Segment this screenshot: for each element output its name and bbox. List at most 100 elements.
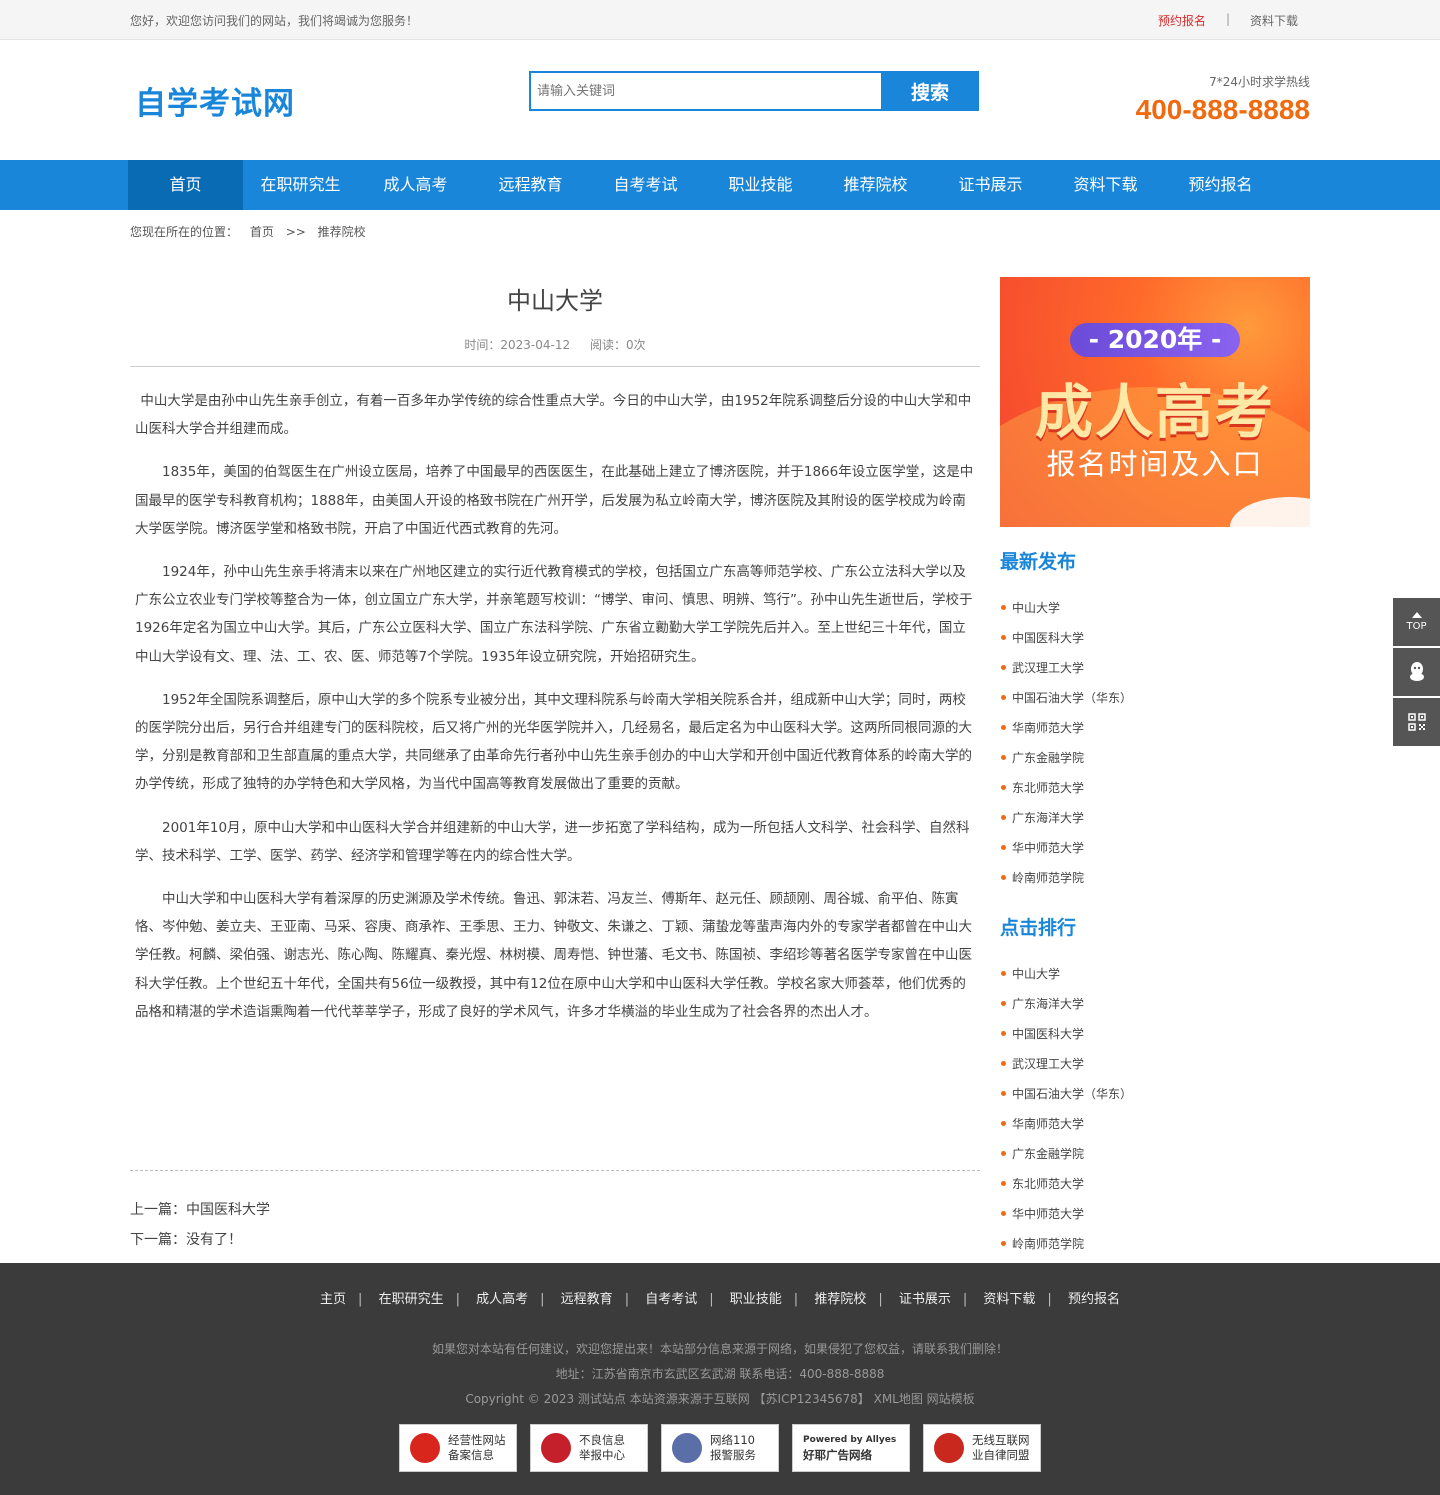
ranking-item[interactable]: 中国石油大学（华东） — [1000, 1079, 1310, 1109]
top-links: 预约报名 | 资料下载 — [1158, 12, 1298, 29]
latest-item[interactable]: 武汉理工大学 — [1000, 653, 1310, 683]
article-paragraph: 1924年，孙中山先生亲手将清末以来在广州地区建立的实行近代教育模式的学校，包括… — [135, 564, 973, 665]
article-paragraph: 中山大学是由孙中山先生亲手创立，有着一百多年办学传统的综合性重点大学。今日的中山… — [135, 393, 972, 438]
article-title: 中山大学 — [507, 287, 603, 315]
footer-link[interactable]: 职业技能 — [730, 1292, 782, 1307]
breadcrumb: 您现在所在的位置： 首页 >> 推荐院校 — [130, 210, 1310, 255]
article-time: 时间：2023-04-12 — [464, 338, 571, 352]
footer-link[interactable]: 成人高考 — [476, 1292, 528, 1307]
latest-item[interactable]: 华南师范大学 — [1000, 713, 1310, 743]
back-to-top-button[interactable]: TOP — [1393, 598, 1440, 646]
banner-subline: 报名时间及入口 — [1046, 447, 1264, 481]
nav-item-adult-exam[interactable]: 成人高考 — [358, 160, 473, 210]
nav-item-signup[interactable]: 预约报名 — [1163, 160, 1278, 210]
badge-line: Powered by Allyes — [803, 1435, 897, 1445]
footer-link[interactable]: 预约报名 — [1068, 1292, 1120, 1307]
footer-nav: 主页 | 在职研究生 | 成人高考 | 远程教育 | 自考考试 | 职业技能 | 推荐院校 |… — [320, 1292, 1120, 1307]
nav-item-graduate[interactable]: 在职研究生 — [243, 160, 358, 210]
ranking-item[interactable]: 武汉理工大学 — [1000, 1049, 1310, 1079]
ranking-item[interactable]: 中国医科大学 — [1000, 1019, 1310, 1049]
article-paragraph: 1952年全国院系调整后，原中山大学的多个院系专业被分出，其中文理科院系与岭南大… — [135, 691, 972, 793]
badge-wireless[interactable]: 无线互联网 业自律同盟 — [923, 1424, 1041, 1472]
search-input[interactable] — [529, 71, 881, 111]
badge-allyes[interactable]: Powered by Allyes 好耶广告网络 — [792, 1424, 910, 1472]
nav-item-home[interactable]: 首页 — [128, 160, 243, 210]
footer-address: 地址：江苏省南京市玄武区玄武湖 联系电话：400-888-8888 — [555, 1367, 885, 1381]
next-article-link[interactable]: 下一篇：没有了！ — [130, 1232, 242, 1248]
latest-item[interactable]: 广东海洋大学 — [1000, 803, 1310, 833]
adult-exam-banner[interactable]: - 2020年 - 成人高考 报名时间及入口 — [1000, 277, 1310, 527]
search-button[interactable]: 搜索 — [881, 71, 979, 111]
badge-line: 无线互联网 — [972, 1433, 1030, 1447]
footer-link[interactable]: 自考考试 — [645, 1292, 697, 1307]
qq-button[interactable] — [1393, 648, 1440, 696]
banner-headline: 成人高考 — [1034, 378, 1275, 446]
breadcrumb-current[interactable]: 推荐院校 — [318, 225, 366, 239]
article-body: 中山大学是由孙中山先生亲手创立，有着一百多年办学传统的综合性重点大学。今日的中山… — [130, 367, 980, 1026]
back-to-top-label: TOP — [1406, 621, 1427, 632]
footer-link[interactable]: 证书展示 — [899, 1292, 951, 1307]
ranking-item[interactable]: 华南师范大学 — [1000, 1109, 1310, 1139]
latest-item[interactable]: 中山大学 — [1000, 593, 1310, 623]
latest-item[interactable]: 中国石油大学（华东） — [1000, 683, 1310, 713]
header: 自学考试网 搜索 7*24小时求学热线 400-888-8888 — [0, 40, 1440, 160]
footer-badges: 经营性网站 备案信息 不良信息 举报中心 网络110 报警服务 Powered by … — [399, 1424, 1054, 1472]
top-bar: 您好，欢迎您访问我们的网站，我们将竭诚为您服务！ 预约报名 | 资料下载 — [0, 0, 1440, 40]
latest-title: 最新发布 — [1000, 551, 1077, 573]
badge-line: 不良信息 — [579, 1433, 625, 1447]
ranking-item[interactable]: 广东海洋大学 — [1000, 989, 1310, 1019]
article-views: 阅读：0次 — [589, 338, 646, 352]
latest-item[interactable]: 东北师范大学 — [1000, 773, 1310, 803]
latest-list: 中山大学 中国医科大学 武汉理工大学 中国石油大学（华东） 华南师范大学 广东金… — [1000, 593, 1310, 893]
article-paragraph: 2001年10月，原中山大学和中山医科大学合并组建新的中山大学，进一步拓宽了学科… — [135, 819, 970, 864]
main-content: 中山大学 时间：2023-04-12 阅读：0次 中山大学是由孙中山先生亲手创立… — [130, 255, 1310, 1262]
article-divider — [130, 1170, 980, 1171]
site-logo[interactable]: 自学考试网 — [135, 78, 295, 123]
ranking-list: 中山大学 广东海洋大学 中国医科大学 武汉理工大学 中国石油大学（华东） 华南师… — [1000, 959, 1310, 1259]
breadcrumb-home[interactable]: 首页 — [250, 225, 274, 239]
badge-police-icon — [672, 1433, 702, 1463]
nav-item-schools[interactable]: 推荐院校 — [818, 160, 933, 210]
badge-line: 经营性网站 — [448, 1433, 506, 1447]
badge-report-icon — [541, 1433, 571, 1463]
nav-item-distance-edu[interactable]: 远程教育 — [473, 160, 588, 210]
badge-line: 业自律同盟 — [972, 1448, 1030, 1462]
top-link-download[interactable]: 资料下载 — [1250, 12, 1298, 29]
footer-link[interactable]: 远程教育 — [561, 1292, 613, 1307]
article-paragraph: 中山大学和中山医科大学有着深厚的历史渊源及学术传统。鲁迅、郭沫若、冯友兰、傅斯年… — [135, 891, 972, 1020]
badge-line: 举报中心 — [579, 1448, 625, 1462]
badge-line: 网络110 — [710, 1433, 755, 1447]
hotline: 7*24小时求学热线 400-888-8888 — [1136, 73, 1310, 126]
qrcode-button[interactable] — [1393, 698, 1440, 746]
badge-line: 好耶广告网络 — [803, 1448, 872, 1462]
nav-item-self-exam[interactable]: 自考考试 — [588, 160, 703, 210]
prev-article-link[interactable]: 上一篇：中国医科大学 — [130, 1202, 270, 1218]
search-bar: 搜索 — [529, 71, 979, 111]
badge-line: 备案信息 — [448, 1448, 494, 1462]
nav-item-certificates[interactable]: 证书展示 — [933, 160, 1048, 210]
ranking-item[interactable]: 中山大学 — [1000, 959, 1310, 989]
latest-item[interactable]: 广东金融学院 — [1000, 743, 1310, 773]
nav-item-downloads[interactable]: 资料下载 — [1048, 160, 1163, 210]
latest-item[interactable]: 中国医科大学 — [1000, 623, 1310, 653]
main-nav: 首页 在职研究生 成人高考 远程教育 自考考试 职业技能 推荐院校 证书展示 资… — [0, 160, 1440, 210]
nav-item-vocational[interactable]: 职业技能 — [703, 160, 818, 210]
ranking-item[interactable]: 岭南师范学院 — [1000, 1229, 1310, 1259]
top-link-signup[interactable]: 预约报名 — [1158, 12, 1206, 29]
article: 中山大学 时间：2023-04-12 阅读：0次 中山大学是由孙中山先生亲手创立… — [130, 267, 980, 1041]
footer-link[interactable]: 主页 — [320, 1292, 346, 1307]
ranking-item[interactable]: 东北师范大学 — [1000, 1169, 1310, 1199]
badge-police[interactable]: 网络110 报警服务 — [661, 1424, 779, 1472]
ranking-title: 点击排行 — [1000, 917, 1077, 939]
footer-link[interactable]: 在职研究生 — [379, 1292, 444, 1307]
badge-report-center[interactable]: 不良信息 举报中心 — [530, 1424, 648, 1472]
latest-item[interactable]: 岭南师范学院 — [1000, 863, 1310, 893]
ranking-item[interactable]: 广东金融学院 — [1000, 1139, 1310, 1169]
ranking-item[interactable]: 华中师范大学 — [1000, 1199, 1310, 1229]
arrow-up-icon — [1411, 612, 1422, 618]
latest-item[interactable]: 华中师范大学 — [1000, 833, 1310, 863]
footer-link[interactable]: 推荐院校 — [814, 1292, 866, 1307]
footer-notice: 如果您对本站有任何建议，欢迎您提出来！本站部分信息来源于网络，如果侵犯了您权益，… — [431, 1342, 1008, 1356]
footer-link[interactable]: 资料下载 — [983, 1292, 1035, 1307]
badge-website-record[interactable]: 经营性网站 备案信息 — [399, 1424, 517, 1472]
